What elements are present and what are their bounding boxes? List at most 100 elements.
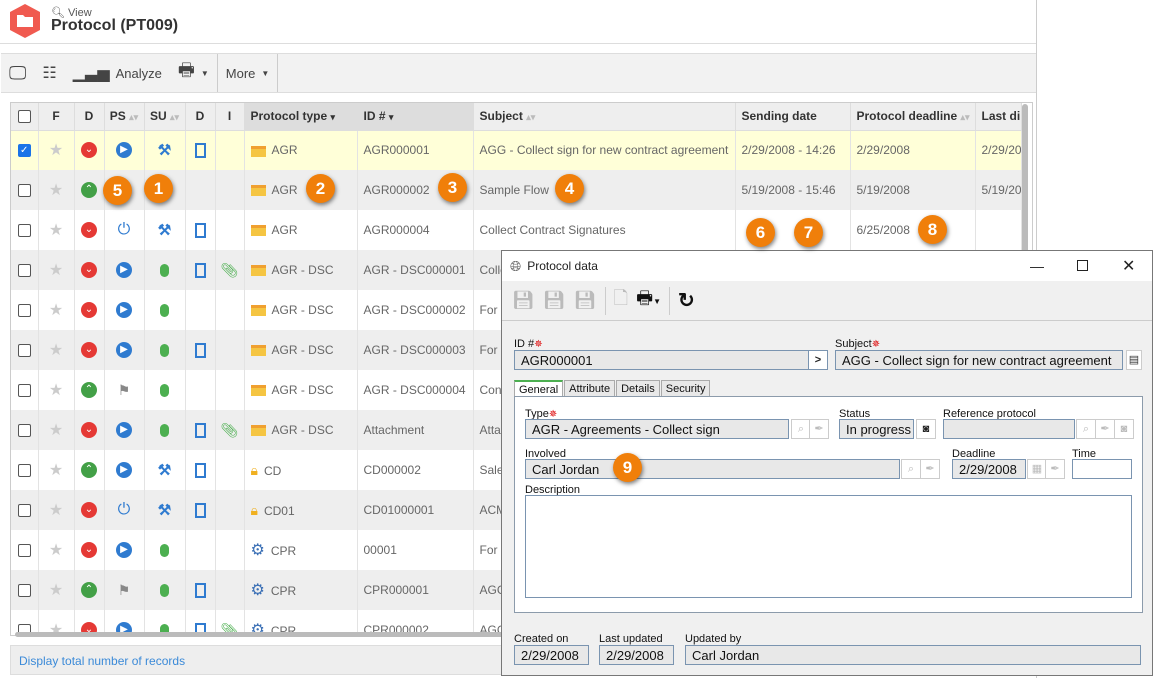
favorite-cell[interactable]: ★ <box>38 370 75 410</box>
star-icon[interactable]: ★ <box>49 142 63 159</box>
chevron-right-icon[interactable]: > <box>808 350 828 370</box>
favorite-cell[interactable]: ★ <box>38 210 75 250</box>
table-row[interactable]: ★ ⌄ ⏻ ⚒ AGR AGR000004 Collect Contract S… <box>11 210 1022 250</box>
search-icon[interactable]: ⌕ <box>901 459 921 479</box>
flow-button[interactable]: ☷ <box>34 54 64 92</box>
involved-field[interactable]: Carl Jordan <box>525 459 900 479</box>
row-checkbox-cell[interactable] <box>11 410 39 450</box>
time-field[interactable] <box>1072 459 1132 479</box>
column-header[interactable]: F <box>38 103 75 131</box>
favorite-cell[interactable]: ★ <box>38 130 75 170</box>
row-checkbox[interactable] <box>17 304 31 318</box>
favorite-cell[interactable]: ★ <box>38 410 75 450</box>
column-header[interactable]: D <box>185 103 216 131</box>
column-header[interactable]: Protocol deadline ▴▾ <box>850 103 976 131</box>
row-checkbox[interactable] <box>17 384 31 398</box>
star-icon[interactable]: ★ <box>49 302 63 319</box>
calendar-icon[interactable]: ▦ <box>1027 459 1047 479</box>
favorite-cell[interactable]: ★ <box>38 250 75 290</box>
star-icon[interactable]: ★ <box>49 462 63 479</box>
clear-icon[interactable]: ✒ <box>809 419 829 439</box>
clear-icon[interactable]: ✒ <box>1045 459 1065 479</box>
more-button[interactable]: More ▼ <box>218 54 278 92</box>
favorite-cell[interactable]: ★ <box>38 490 75 530</box>
row-checkbox-cell[interactable] <box>11 370 39 410</box>
star-icon[interactable]: ★ <box>49 542 63 559</box>
row-checkbox-cell[interactable] <box>11 530 39 570</box>
subject-field[interactable]: AGG - Collect sign for new contract agre… <box>835 350 1123 370</box>
column-header[interactable]: SU ▴▾ <box>144 103 186 131</box>
notes-icon[interactable]: ▤ <box>1126 350 1142 370</box>
clear-icon[interactable]: ✒ <box>920 459 940 479</box>
column-header[interactable]: D <box>74 103 105 131</box>
reference-field[interactable] <box>943 419 1075 439</box>
column-header[interactable]: ID # ▾ <box>357 103 474 131</box>
save-new-icon[interactable]: 💾︎ <box>512 290 535 311</box>
refresh-icon[interactable]: ↻ <box>678 288 695 313</box>
print-button[interactable]: 🖶︎ ▼ <box>170 54 217 92</box>
close-button[interactable]: ✕ <box>1122 256 1135 276</box>
row-checkbox[interactable] <box>17 184 31 198</box>
clear-icon[interactable]: ✒ <box>1095 419 1115 439</box>
favorite-cell[interactable]: ★ <box>38 450 75 490</box>
type-field[interactable]: AGR - Agreements - Collect sign <box>525 419 789 439</box>
row-checkbox-cell[interactable] <box>11 290 39 330</box>
row-checkbox[interactable] <box>17 584 31 598</box>
column-header[interactable]: PS ▴▾ <box>104 103 145 131</box>
star-icon[interactable]: ★ <box>49 182 63 199</box>
maximize-button[interactable] <box>1077 260 1088 271</box>
search-icon[interactable]: ⌕ <box>1076 419 1096 439</box>
row-checkbox[interactable] <box>17 504 31 518</box>
checkbox[interactable] <box>17 110 31 124</box>
row-checkbox[interactable] <box>17 424 31 438</box>
row-checkbox-cell[interactable] <box>11 330 39 370</box>
column-header[interactable]: Subject ▴▾ <box>473 103 736 131</box>
favorite-cell[interactable]: ★ <box>38 570 75 610</box>
star-icon[interactable]: ★ <box>49 502 63 519</box>
display-total-link[interactable]: Display total number of records <box>19 654 185 668</box>
id-field[interactable]: AGR000001 <box>514 350 810 370</box>
row-checkbox-cell[interactable]: ✓ <box>11 130 39 170</box>
star-icon[interactable]: ★ <box>49 342 63 359</box>
star-icon[interactable]: ★ <box>49 262 63 279</box>
save-close-icon[interactable]: 💾︎ <box>574 290 597 311</box>
column-header[interactable]: Last di <box>975 103 1022 131</box>
table-row[interactable]: ✓ ★ ⌄ ▶ ⚒ AGR AGR000001 AGG - Collect si… <box>11 130 1022 170</box>
save-icon[interactable]: 💾︎ <box>543 290 566 311</box>
select-all-checkbox[interactable] <box>11 103 39 131</box>
view-button[interactable]: 🖵︎ <box>1 54 34 92</box>
favorite-cell[interactable]: ★ <box>38 290 75 330</box>
row-checkbox-cell[interactable] <box>11 450 39 490</box>
column-header[interactable]: Protocol type ▾ <box>244 103 358 131</box>
favorite-cell[interactable]: ★ <box>38 330 75 370</box>
star-icon[interactable]: ★ <box>49 582 63 599</box>
row-checkbox[interactable] <box>17 264 31 278</box>
analyze-button[interactable]: ▁▃▅ Analyze <box>65 54 170 92</box>
column-header[interactable]: Sending date <box>735 103 851 131</box>
description-field[interactable] <box>525 495 1132 598</box>
row-checkbox-cell[interactable] <box>11 250 39 290</box>
row-checkbox-cell[interactable] <box>11 170 39 210</box>
binoculars-icon[interactable]: ◙ <box>1114 419 1134 439</box>
row-checkbox-cell[interactable] <box>11 210 39 250</box>
favorite-cell[interactable]: ★ <box>38 170 75 210</box>
minimize-button[interactable]: — <box>1030 258 1044 274</box>
protocol-type: AGR - DSC <box>271 343 334 357</box>
row-checkbox-cell[interactable] <box>11 570 39 610</box>
column-header[interactable]: I <box>215 103 245 131</box>
printer-icon[interactable]: 🖶︎▼ <box>636 286 661 316</box>
favorite-cell[interactable]: ★ <box>38 530 75 570</box>
row-checkbox[interactable] <box>17 544 31 558</box>
row-checkbox[interactable]: ✓ <box>17 144 31 158</box>
row-checkbox-cell[interactable] <box>11 490 39 530</box>
deadline-field[interactable]: 2/29/2008 <box>952 459 1026 479</box>
star-icon[interactable]: ★ <box>49 222 63 239</box>
row-checkbox[interactable] <box>17 344 31 358</box>
search-icon[interactable]: ⌕ <box>791 419 811 439</box>
row-checkbox[interactable] <box>17 224 31 238</box>
star-icon[interactable]: ★ <box>49 382 63 399</box>
binoculars-icon[interactable]: ◙ <box>916 419 936 439</box>
new-document-icon[interactable]: 🗋︎ <box>614 286 628 316</box>
star-icon[interactable]: ★ <box>49 422 63 439</box>
row-checkbox[interactable] <box>17 464 31 478</box>
